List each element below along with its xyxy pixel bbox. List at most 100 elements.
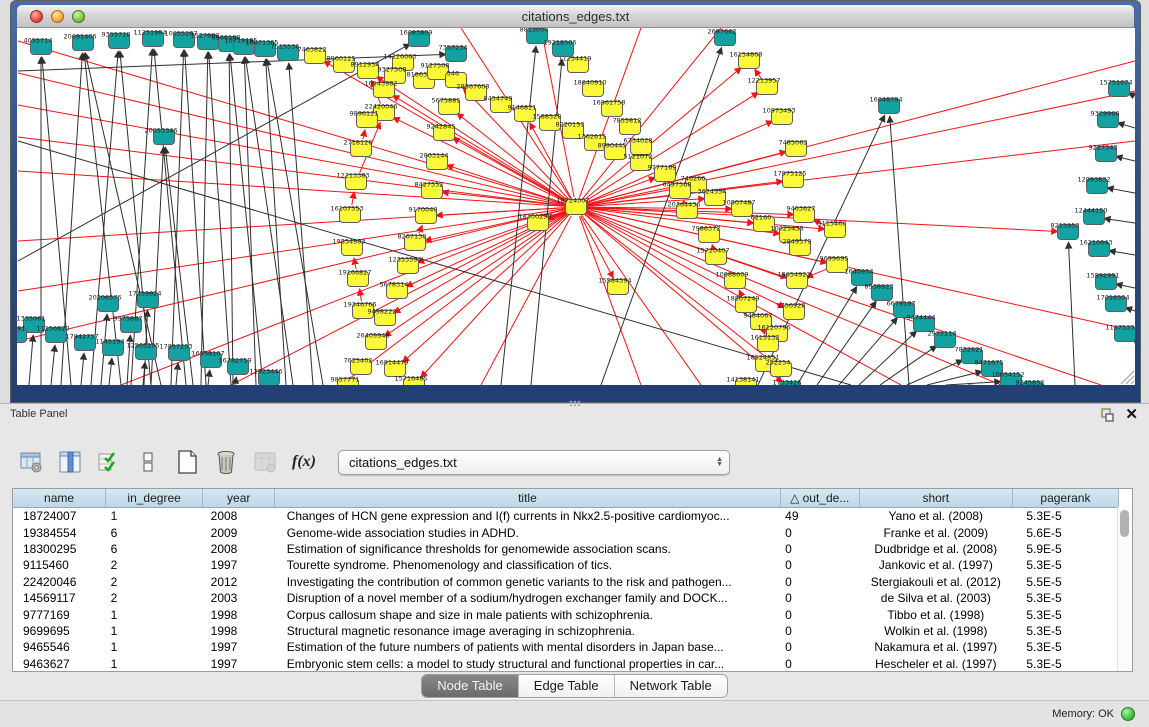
- network-node-4055714[interactable]: 4055714: [24, 37, 53, 55]
- network-node-15751074[interactable]: 15751074: [1099, 79, 1132, 97]
- network-node-16543982[interactable]: 16543982: [364, 80, 397, 98]
- table-row[interactable]: 2242004622012Investigating the contribut…: [13, 574, 1119, 590]
- network-node-2687662[interactable]: 2687662: [708, 28, 737, 46]
- network-node-16107553[interactable]: 16107553: [330, 205, 363, 223]
- network-edge[interactable]: [352, 192, 354, 205]
- network-node-7463822[interactable]: 7463822: [298, 46, 327, 64]
- float-panel-icon[interactable]: [1099, 407, 1115, 423]
- network-node-20206576[interactable]: 20206576: [88, 294, 121, 312]
- select-all-rows-icon[interactable]: [96, 449, 122, 475]
- network-node-9896121[interactable]: 9896121: [350, 110, 379, 128]
- column-header-title[interactable]: title: [275, 489, 780, 508]
- network-node-2849579[interactable]: 2849579: [783, 238, 812, 256]
- network-node-12213957[interactable]: 12213957: [747, 77, 780, 95]
- delete-table-icon[interactable]: [213, 449, 239, 475]
- network-node-8427552[interactable]: 8427552: [415, 181, 444, 199]
- column-header-name[interactable]: name: [13, 489, 106, 508]
- network-edge[interactable]: [907, 360, 963, 385]
- network-node-12353594[interactable]: 12353594: [388, 256, 421, 274]
- network-edge[interactable]: [890, 116, 909, 385]
- network-node-9227343[interactable]: 9227343: [1089, 144, 1118, 162]
- panel-splitter-handle[interactable]: [569, 400, 581, 406]
- network-edge[interactable]: [109, 358, 112, 385]
- network-node-16648784[interactable]: 16648784: [869, 96, 902, 114]
- network-node-16961758[interactable]: 16961758: [592, 99, 625, 117]
- network-node-16154808[interactable]: 16154808: [729, 51, 762, 69]
- network-node-15584594[interactable]: 15584594: [598, 277, 631, 295]
- network-node-15716485[interactable]: 15716485: [394, 375, 427, 386]
- network-node-17016504[interactable]: 17016504: [1096, 294, 1129, 312]
- network-node-2803144[interactable]: 2803144: [420, 152, 449, 170]
- network-node-17957253[interactable]: 17957253: [159, 343, 192, 361]
- network-edge[interactable]: [208, 370, 210, 385]
- table-scrollbar[interactable]: [1117, 507, 1132, 671]
- network-node-15720407[interactable]: 15720407: [696, 247, 729, 265]
- table-row[interactable]: 969969511998Structural magnetic resonanc…: [13, 623, 1119, 639]
- tab-edge-table[interactable]: Edge Table: [518, 675, 614, 697]
- table-row[interactable]: 977716911998Corpus callosum shape and si…: [13, 606, 1119, 622]
- network-edge[interactable]: [18, 208, 566, 241]
- network-node-26409948[interactable]: 26409948: [356, 332, 389, 350]
- network-node-8267130[interactable]: 8267130: [398, 233, 427, 251]
- network-node-9170040[interactable]: 9170040: [409, 206, 438, 224]
- network-node-12093832[interactable]: 12093832: [1077, 176, 1110, 194]
- network-node-391591[interactable]: 391591: [17, 325, 27, 343]
- network-node-16782759[interactable]: 16782759: [218, 357, 251, 375]
- network-node-16210643[interactable]: 16210643: [1079, 239, 1112, 257]
- network-node-5675885[interactable]: 5675885: [432, 97, 461, 115]
- column-header-out_de[interactable]: △ out_de...: [780, 489, 859, 508]
- close-panel-icon[interactable]: ✕: [1125, 405, 1138, 423]
- network-node-18640910[interactable]: 18640910: [573, 79, 606, 97]
- network-edge[interactable]: [266, 59, 286, 385]
- network-node-17975125[interactable]: 17975125: [773, 170, 806, 188]
- network-edge[interactable]: [81, 353, 84, 385]
- table-settings-icon[interactable]: [18, 449, 44, 475]
- network-edge[interactable]: [1068, 242, 1075, 385]
- column-header-short[interactable]: short: [859, 489, 1012, 508]
- network-node-17942737[interactable]: 17942737: [65, 333, 98, 351]
- network-node-16083809[interactable]: 16083809: [399, 29, 432, 47]
- network-node-18807249[interactable]: 18807249: [726, 295, 759, 313]
- minimize-window-icon[interactable]: [51, 10, 64, 23]
- function-builder-icon[interactable]: f(x): [291, 449, 317, 475]
- network-node-8938923[interactable]: 8938923: [865, 283, 894, 301]
- table-row[interactable]: 911546021997Tourette syndrome. Phenomeno…: [13, 557, 1119, 573]
- network-node-17359924[interactable]: 17359924: [128, 290, 161, 308]
- network-edge[interactable]: [245, 57, 293, 385]
- table-row[interactable]: 1456911722003Disruption of a novel membe…: [13, 590, 1119, 606]
- network-node-20691406[interactable]: 20691406: [63, 33, 96, 51]
- network-edge[interactable]: [235, 377, 236, 385]
- network-node-7485063[interactable]: 7485063: [779, 139, 808, 157]
- column-header-in_degree[interactable]: in_degree: [106, 489, 203, 508]
- network-edge[interactable]: [229, 54, 233, 385]
- new-table-icon[interactable]: [174, 449, 200, 475]
- network-node-15892991[interactable]: 15892991: [1086, 272, 1119, 290]
- network-edge[interactable]: [1116, 284, 1135, 288]
- network-node-5678314[interactable]: 5678314: [380, 281, 409, 299]
- network-node-12213383[interactable]: 12213383: [336, 172, 369, 190]
- edit-columns-icon[interactable]: [57, 449, 83, 475]
- network-node-20053346[interactable]: 20053346: [144, 127, 177, 145]
- network-edge[interactable]: [817, 301, 876, 385]
- network-node-12505195[interactable]: 12505195: [126, 342, 159, 360]
- close-window-icon[interactable]: [30, 10, 43, 23]
- network-edge[interactable]: [1116, 156, 1135, 161]
- network-edge[interactable]: [201, 52, 208, 385]
- network-node-2718126[interactable]: 2718126: [344, 139, 373, 157]
- network-edge[interactable]: [18, 41, 566, 204]
- network-edge[interactable]: [453, 138, 568, 202]
- network-node-10973493[interactable]: 10973493: [762, 107, 795, 125]
- network-node-11251984[interactable]: 11251984: [133, 29, 166, 47]
- network-node-7625402[interactable]: 7625402: [344, 357, 373, 375]
- network-edge[interactable]: [154, 49, 186, 385]
- tab-node-table[interactable]: Node Table: [422, 675, 518, 697]
- network-node-9245852[interactable]: 9245852: [1016, 379, 1045, 386]
- network-edge[interactable]: [209, 52, 231, 385]
- network-edge[interactable]: [185, 50, 206, 385]
- network-node-19854983[interactable]: 19854983: [332, 238, 365, 256]
- network-edge[interactable]: [171, 50, 184, 385]
- network-node-9463627[interactable]: 9463627: [787, 205, 816, 223]
- network-node-11254419[interactable]: 11254419: [558, 55, 591, 73]
- network-edge[interactable]: [839, 318, 897, 385]
- network-node-19166827[interactable]: 19166827: [338, 269, 371, 287]
